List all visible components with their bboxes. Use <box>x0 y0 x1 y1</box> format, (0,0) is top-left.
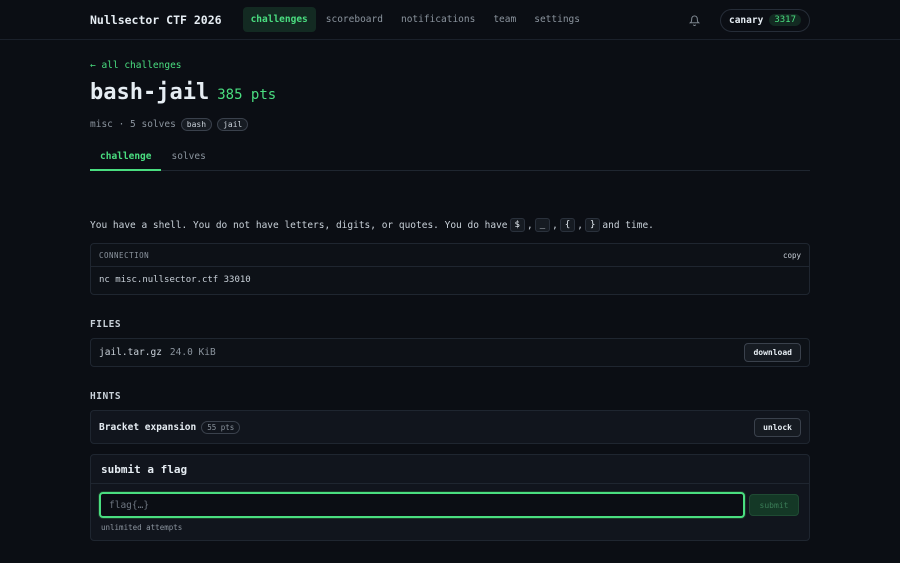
back-link[interactable]: ← all challenges <box>90 60 182 71</box>
connection-command[interactable]: nc misc.nullsector.ctf 33010 <box>91 267 809 293</box>
nav-notifications[interactable]: notifications <box>393 7 483 32</box>
file-name: jail.tar.gz <box>99 347 162 358</box>
bell-icon[interactable] <box>688 13 702 27</box>
hint-cost-badge: 55 pts <box>201 420 241 434</box>
char-chip-underscore: _ <box>534 218 551 232</box>
files-heading: FILES <box>90 319 122 330</box>
challenge-title: bash-jail <box>90 80 210 105</box>
file-row: jail.tar.gz 24.0 KiB download <box>90 338 810 367</box>
nav-settings[interactable]: settings <box>526 7 588 32</box>
user-score-badge: 3317 <box>769 14 801 26</box>
description-prefix: You have a shell. You do not have letter… <box>90 219 508 231</box>
main-nav: challenges scoreboard notifications team… <box>242 7 588 32</box>
char-chip-brace-close: } <box>585 218 601 232</box>
challenge-description: You have a shell. You do not have letter… <box>90 218 654 232</box>
description-separator: , <box>577 219 583 231</box>
description-separator: , <box>552 219 558 231</box>
copy-button[interactable]: copy <box>783 251 801 260</box>
flag-row: submit <box>99 492 799 518</box>
submit-button[interactable]: submit <box>749 494 799 516</box>
tab-solves[interactable]: solves <box>161 147 215 171</box>
connection-box: CONNECTION copy nc misc.nullsector.ctf 3… <box>90 243 810 295</box>
hint-row: Bracket expansion 55 pts unlock <box>90 410 810 444</box>
description-suffix: and time. <box>602 219 654 231</box>
hints-heading: HINTS <box>90 391 122 402</box>
download-button[interactable]: download <box>744 343 801 362</box>
top-bar: Nullsector CTF 2026 challenges scoreboar… <box>0 0 900 40</box>
description-separator: , <box>526 219 533 231</box>
flag-input[interactable] <box>99 492 745 518</box>
tab-challenge[interactable]: challenge <box>90 147 162 171</box>
challenge-meta: misc · 5 solves bash jail <box>90 118 249 131</box>
challenge-points: 385 pts <box>217 87 277 103</box>
attempts-note: unlimited attempts <box>101 523 183 532</box>
nav-scoreboard[interactable]: scoreboard <box>318 7 391 32</box>
nav-team[interactable]: team <box>485 7 524 32</box>
tag-bash: bash <box>180 118 213 131</box>
challenge-tabs: challenge solves <box>90 147 810 171</box>
nav-challenges[interactable]: challenges <box>242 7 316 32</box>
username: canary <box>728 14 764 26</box>
hint-name: Bracket expansion <box>99 421 197 433</box>
char-chip-brace-open: { <box>559 218 576 232</box>
connection-header: CONNECTION copy <box>91 244 809 267</box>
header-right: canary 3317 <box>688 0 810 40</box>
char-chip-dollar: $ <box>509 218 525 232</box>
brand-title[interactable]: Nullsector CTF 2026 <box>90 13 222 27</box>
connection-label: CONNECTION <box>99 250 150 260</box>
submit-heading: submit a flag <box>91 455 809 484</box>
tag-jail: jail <box>217 118 249 131</box>
user-menu[interactable]: canary 3317 <box>719 8 810 32</box>
title-row: bash-jail 385 pts <box>90 80 276 105</box>
unlock-button[interactable]: unlock <box>754 417 801 437</box>
file-size: 24.0 KiB <box>169 347 216 358</box>
meta-text: misc · 5 solves <box>90 119 176 130</box>
submit-flag-panel: submit a flag submit unlimited attempts <box>90 454 810 541</box>
